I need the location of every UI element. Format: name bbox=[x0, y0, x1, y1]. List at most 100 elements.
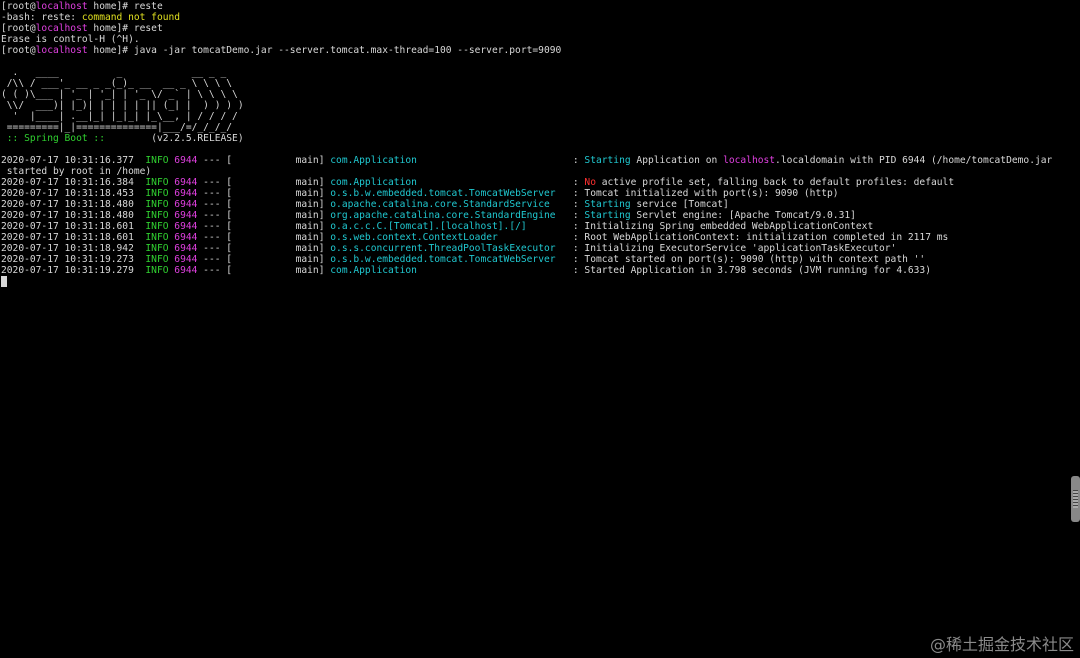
terminal-text-segment: 6944 bbox=[174, 254, 198, 265]
terminal-text-segment: 6944 bbox=[174, 221, 198, 232]
terminal-text-segment: --- [ main] bbox=[197, 221, 331, 232]
terminal-text-segment: [root@ bbox=[1, 1, 36, 12]
terminal-line: [root@localhost home]# reset bbox=[1, 23, 1068, 34]
watermark: @稀土掘金技术社区 bbox=[929, 635, 1074, 654]
terminal-text-segment: ( ( )\___ | '_ | '_| | '_ \/ _` | \ \ \ … bbox=[1, 89, 238, 100]
terminal-text-segment: 2020-07-17 10:31:18.480 bbox=[1, 210, 146, 221]
terminal-text-segment: o.apache.catalina.core.StandardService bbox=[330, 199, 568, 210]
terminal-text-segment: 6944 bbox=[174, 232, 198, 243]
terminal-line: :: Spring Boot :: (v2.2.5.RELEASE) bbox=[1, 133, 1068, 144]
terminal-text-segment: 2020-07-17 10:31:19.279 bbox=[1, 265, 146, 276]
terminal-text-segment: 6944 bbox=[174, 243, 198, 254]
terminal-line: [root@localhost home]# reste bbox=[1, 1, 1068, 12]
terminal-text-segment: home]# reset bbox=[87, 23, 163, 34]
terminal-text-segment: home]# reste bbox=[87, 1, 163, 12]
terminal-text-segment: 2020-07-17 10:31:18.942 bbox=[1, 243, 146, 254]
terminal-line: started by root in /home) bbox=[1, 166, 1068, 177]
terminal-prompt-line[interactable] bbox=[1, 276, 1068, 287]
terminal-text-segment: : Tomcat initialized with port(s): 9090 … bbox=[567, 188, 839, 199]
terminal-text-segment: 6944 bbox=[174, 188, 198, 199]
terminal-line: ( ( )\___ | '_ | '_| | '_ \/ _` | \ \ \ … bbox=[1, 89, 1068, 100]
text-cursor bbox=[1, 276, 7, 287]
terminal-text-segment: --- [ main] bbox=[197, 232, 331, 243]
terminal-text-segment: INFO bbox=[145, 221, 169, 232]
terminal-text-segment: INFO bbox=[145, 232, 169, 243]
terminal-text-segment: o.s.s.concurrent.ThreadPoolTaskExecutor bbox=[330, 243, 568, 254]
terminal-line: . ____ _ __ _ _ bbox=[1, 67, 1068, 78]
terminal-text-segment: [root@ bbox=[1, 45, 36, 56]
terminal-text-segment: INFO bbox=[145, 177, 169, 188]
terminal-line: 2020-07-17 10:31:16.377 INFO 6944 --- [ … bbox=[1, 155, 1068, 166]
terminal-text-segment: /\\ / ___'_ __ _ _(_)_ __ __ _ \ \ \ \ bbox=[1, 78, 233, 89]
terminal-text-segment: : Tomcat started on port(s): 9090 (http)… bbox=[567, 254, 926, 265]
terminal-text-segment: [root@ bbox=[1, 23, 36, 34]
terminal-text-segment: .localdomain with PID 6944 (/home/tomcat… bbox=[775, 155, 1053, 166]
terminal-line: 2020-07-17 10:31:18.601 INFO 6944 --- [ … bbox=[1, 221, 1068, 232]
terminal-text-segment: 2020-07-17 10:31:19.273 bbox=[1, 254, 146, 265]
terminal-text-segment: Starting bbox=[584, 210, 631, 221]
terminal-text-segment: 6944 bbox=[174, 177, 198, 188]
terminal-text-segment: INFO bbox=[145, 265, 169, 276]
terminal-text-segment: INFO bbox=[145, 254, 169, 265]
terminal-text-segment: INFO bbox=[145, 188, 169, 199]
terminal-text-segment: o.s.web.context.ContextLoader bbox=[330, 232, 568, 243]
terminal-text-segment: INFO bbox=[145, 210, 169, 221]
terminal-text-segment: : Started Application in 3.798 seconds (… bbox=[567, 265, 931, 276]
terminal-text-segment: : bbox=[567, 210, 585, 221]
terminal-text-segment: INFO bbox=[145, 155, 169, 166]
terminal-text-segment: 6944 bbox=[174, 199, 198, 210]
terminal-text-segment: INFO bbox=[145, 243, 169, 254]
terminal-text-segment: localhost bbox=[35, 1, 88, 12]
terminal-text-segment: com.Application bbox=[330, 177, 568, 188]
terminal-line: 2020-07-17 10:31:18.480 INFO 6944 --- [ … bbox=[1, 199, 1068, 210]
terminal-line: -bash: reste: command not found bbox=[1, 12, 1068, 23]
terminal-line: 2020-07-17 10:31:18.453 INFO 6944 --- [ … bbox=[1, 188, 1068, 199]
terminal-line: [root@localhost home]# java -jar tomcatD… bbox=[1, 45, 1068, 56]
terminal-text-segment: --- [ main] bbox=[197, 155, 331, 166]
terminal-text-segment: --- [ main] bbox=[197, 177, 331, 188]
terminal-text-segment: Erase is control-H (^H). bbox=[1, 34, 140, 45]
terminal-text-segment: o.s.b.w.embedded.tomcat.TomcatWebServer bbox=[330, 188, 568, 199]
terminal-text-segment: (v2.2.5.RELEASE) bbox=[151, 133, 244, 144]
terminal-text-segment: --- [ main] bbox=[197, 199, 331, 210]
terminal-text-segment: : Initializing ExecutorService 'applicat… bbox=[567, 243, 897, 254]
terminal-text-segment: ' |____| .__|_| |_|_| |_\__, | / / / / bbox=[1, 111, 238, 122]
terminal-text-segment: com.Application bbox=[330, 155, 568, 166]
terminal-text-segment: 2020-07-17 10:31:18.601 bbox=[1, 221, 146, 232]
terminal-line: 2020-07-17 10:31:18.601 INFO 6944 --- [ … bbox=[1, 232, 1068, 243]
terminal-line: /\\ / ___'_ __ _ _(_)_ __ __ _ \ \ \ \ bbox=[1, 78, 1068, 89]
terminal-text-segment: : Root WebApplicationContext: initializa… bbox=[567, 232, 949, 243]
terminal-text-segment: No bbox=[584, 177, 596, 188]
terminal-text-segment: com.Application bbox=[330, 265, 568, 276]
terminal-text-segment: Starting bbox=[584, 199, 631, 210]
terminal-text-segment: : bbox=[567, 155, 585, 166]
terminal-text-segment: 2020-07-17 10:31:16.377 bbox=[1, 155, 146, 166]
terminal-text-segment: : Initializing Spring embedded WebApplic… bbox=[567, 221, 874, 232]
terminal-line: =========|_|==============|___/=/_/_/_/ bbox=[1, 122, 1068, 133]
terminal-line: ' |____| .__|_| |_|_| |_\__, | / / / / bbox=[1, 111, 1068, 122]
terminal-text-segment: Servlet engine: [Apache Tomcat/9.0.31] bbox=[630, 210, 856, 221]
terminal-text-segment: active profile set, falling back to defa… bbox=[595, 177, 955, 188]
terminal-text-segment: org.apache.catalina.core.StandardEngine bbox=[330, 210, 568, 221]
terminal-text-segment: 6944 bbox=[174, 265, 198, 276]
terminal-text-segment: 6944 bbox=[174, 210, 198, 221]
terminal-output[interactable]: [root@localhost home]# reste -bash: reste… bbox=[1, 1, 1068, 658]
terminal-text-segment: 6944 bbox=[174, 155, 198, 166]
terminal-line: \\/ ___)| |_)| | | | | || (_| | ) ) ) ) bbox=[1, 100, 1068, 111]
terminal-text-segment: o.a.c.c.C.[Tomcat].[localhost].[/] bbox=[330, 221, 568, 232]
terminal-text-segment: localhost bbox=[35, 23, 88, 34]
terminal-text-segment: : bbox=[567, 177, 585, 188]
scrollbar-grip-icon bbox=[1073, 490, 1078, 508]
terminal-line: 2020-07-17 10:31:16.384 INFO 6944 --- [ … bbox=[1, 177, 1068, 188]
terminal-line: 2020-07-17 10:31:18.480 INFO 6944 --- [ … bbox=[1, 210, 1068, 221]
terminal-text-segment: -bash: reste: bbox=[1, 12, 82, 23]
terminal-text-segment: localhost bbox=[35, 45, 88, 56]
terminal-text-segment: Application on bbox=[630, 155, 724, 166]
terminal-text-segment: home]# java -jar tomcatDemo.jar --server… bbox=[87, 45, 562, 56]
terminal-text-segment: 2020-07-17 10:31:18.480 bbox=[1, 199, 146, 210]
terminal-text-segment: =========|_|==============|___/=/_/_/_/ bbox=[1, 122, 233, 133]
terminal-text-segment: 2020-07-17 10:31:18.601 bbox=[1, 232, 146, 243]
terminal-text-segment: INFO bbox=[145, 199, 169, 210]
